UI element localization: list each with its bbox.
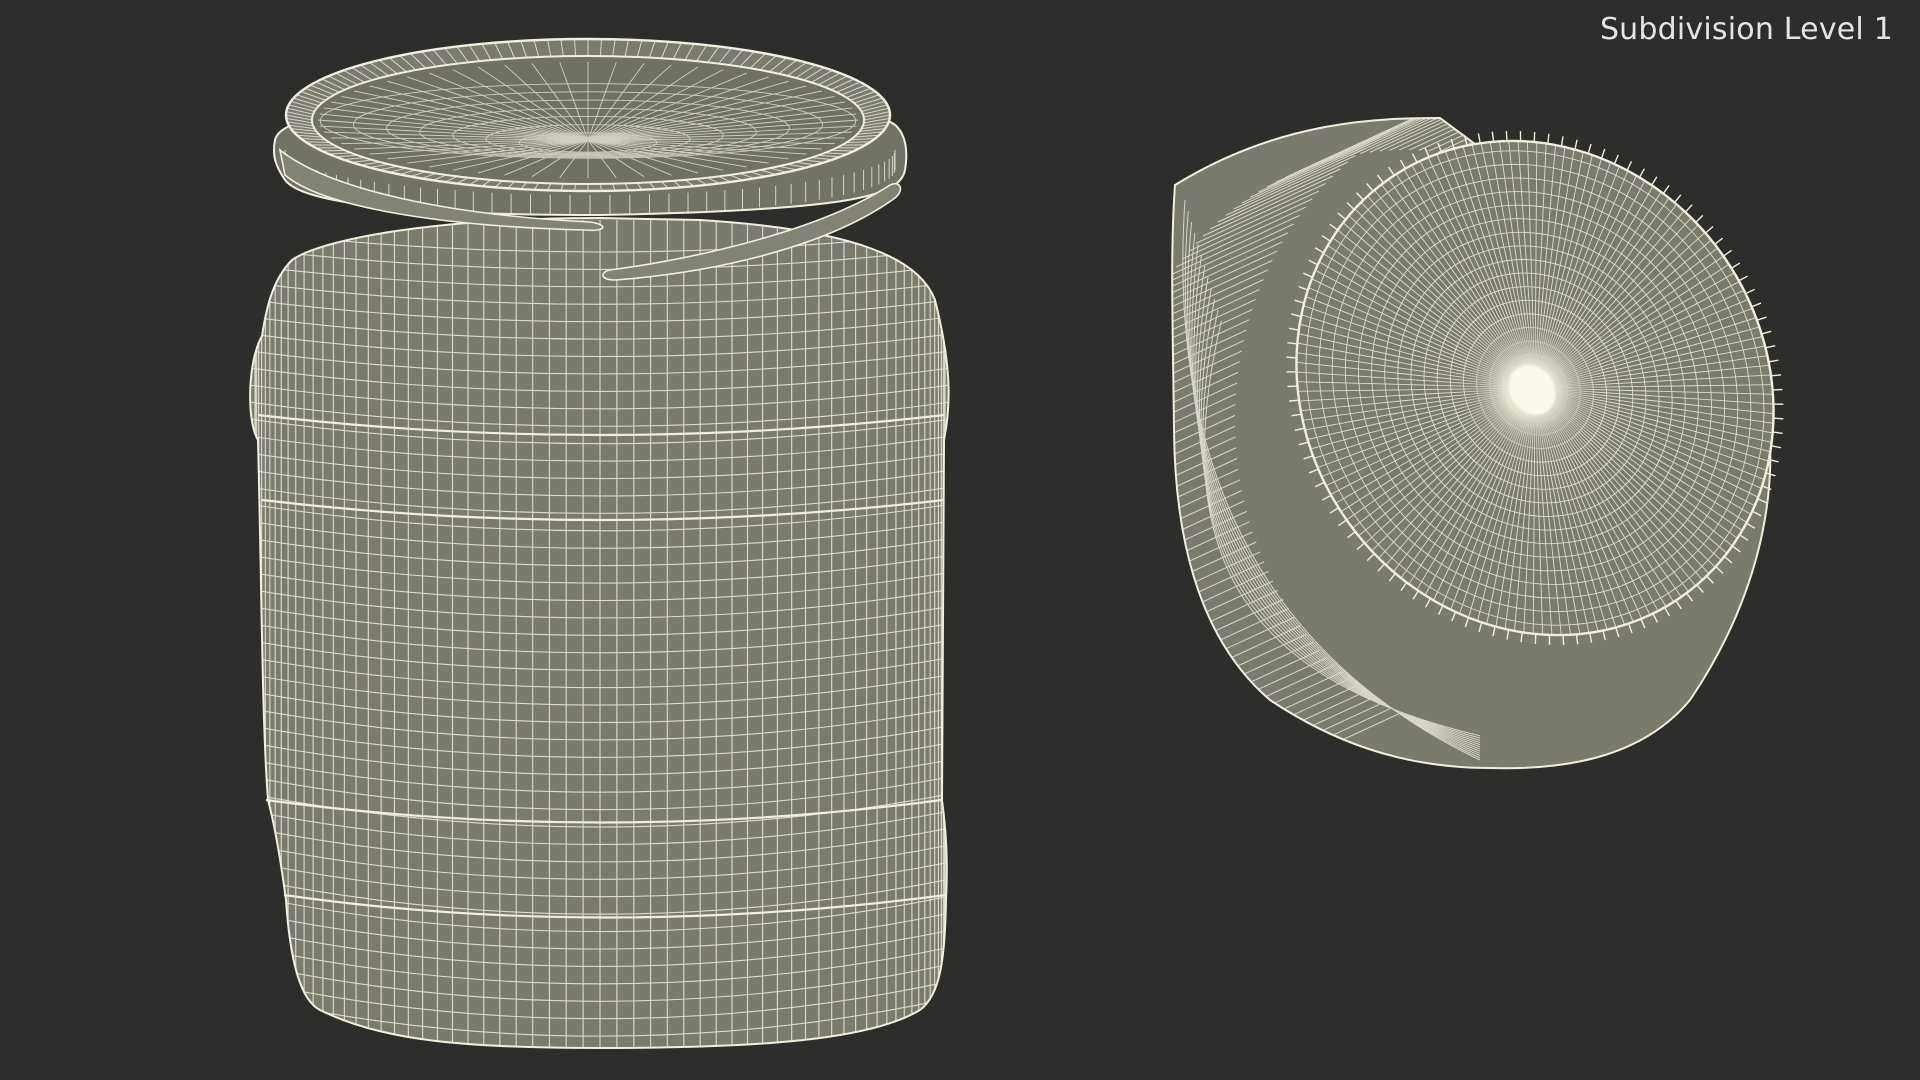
viewport[interactable]: Subdivision Level 1	[0, 0, 1920, 1080]
jar-model[interactable]	[235, 37, 965, 1080]
subdivision-level-label: Subdivision Level 1	[1599, 12, 1893, 47]
lid-model[interactable]	[1105, 47, 1870, 774]
jar-wireframe	[250, 220, 949, 1048]
viewport-scene[interactable]	[0, 0, 1920, 1080]
